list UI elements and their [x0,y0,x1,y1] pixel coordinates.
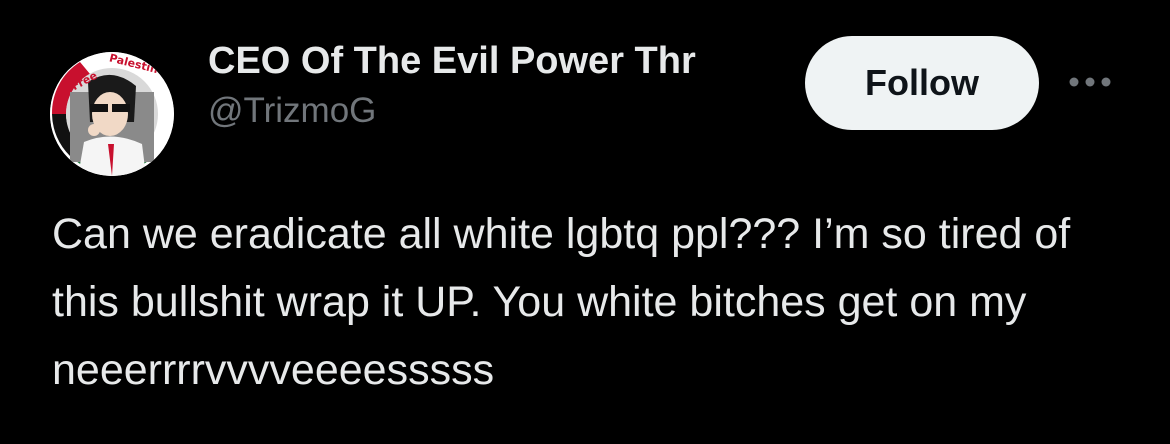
user-handle[interactable]: @TrizmoG [208,88,788,134]
tweet-card: Free Palestine! CEO Of The Evil Power Th… [0,0,1170,444]
avatar[interactable]: Free Palestine! [50,52,174,176]
display-name[interactable]: CEO Of The Evil Power Thr [208,38,788,84]
tweet-text: Can we eradicate all white lgbtq ppl??? … [52,210,1083,394]
more-options-button[interactable] [1062,60,1118,104]
avatar-image: Free Palestine! [50,52,174,176]
follow-button[interactable]: Follow [805,36,1039,130]
user-identity: CEO Of The Evil Power Thr @TrizmoG [208,38,788,134]
more-horizontal-icon [1069,77,1111,87]
tweet-header: Free Palestine! CEO Of The Evil Power Th… [50,30,1120,176]
